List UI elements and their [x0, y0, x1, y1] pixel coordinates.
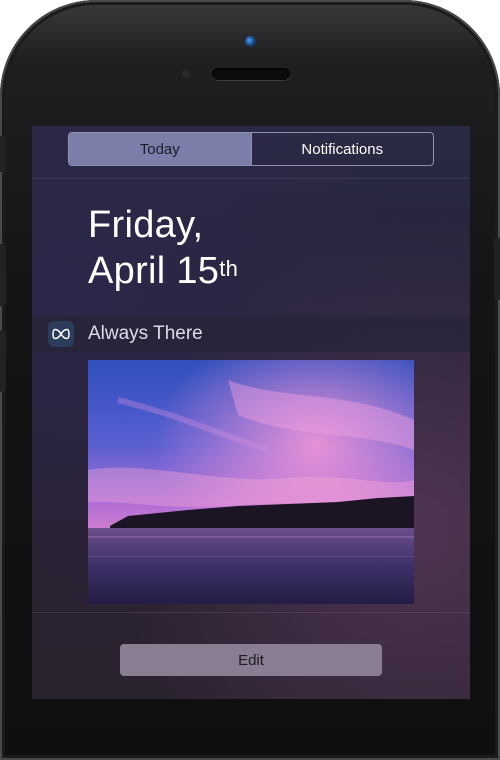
- edit-button[interactable]: Edit: [120, 644, 382, 676]
- earpiece-speaker: [212, 68, 290, 80]
- ordinal-suffix: th: [219, 256, 239, 281]
- date-heading: Friday, April 15th: [88, 202, 238, 294]
- notification-center-screen: Today Notifications Friday, April 15th A…: [32, 126, 470, 699]
- mute-switch: [0, 136, 6, 172]
- sunset-photo-image: [88, 360, 414, 604]
- phone-frame: Today Notifications Friday, April 15th A…: [0, 0, 500, 760]
- infinity-icon: [48, 321, 74, 347]
- widget-title: Always There: [88, 323, 203, 344]
- proximity-sensor: [182, 70, 190, 78]
- volume-up-button: [0, 244, 6, 306]
- month-day-text: April 15: [88, 250, 220, 292]
- front-camera: [245, 36, 256, 47]
- month-day-line: April 15th: [88, 248, 238, 294]
- tab-notifications[interactable]: Notifications: [250, 133, 434, 165]
- divider: [32, 178, 470, 179]
- widget-header[interactable]: Always There: [32, 316, 470, 352]
- tab-today[interactable]: Today: [69, 133, 251, 165]
- segmented-control: Today Notifications: [68, 132, 434, 166]
- power-button: [494, 238, 500, 300]
- sunset-photo[interactable]: [88, 360, 414, 604]
- divider: [32, 612, 470, 613]
- volume-down-button: [0, 330, 6, 392]
- weekday-text: Friday,: [88, 204, 204, 246]
